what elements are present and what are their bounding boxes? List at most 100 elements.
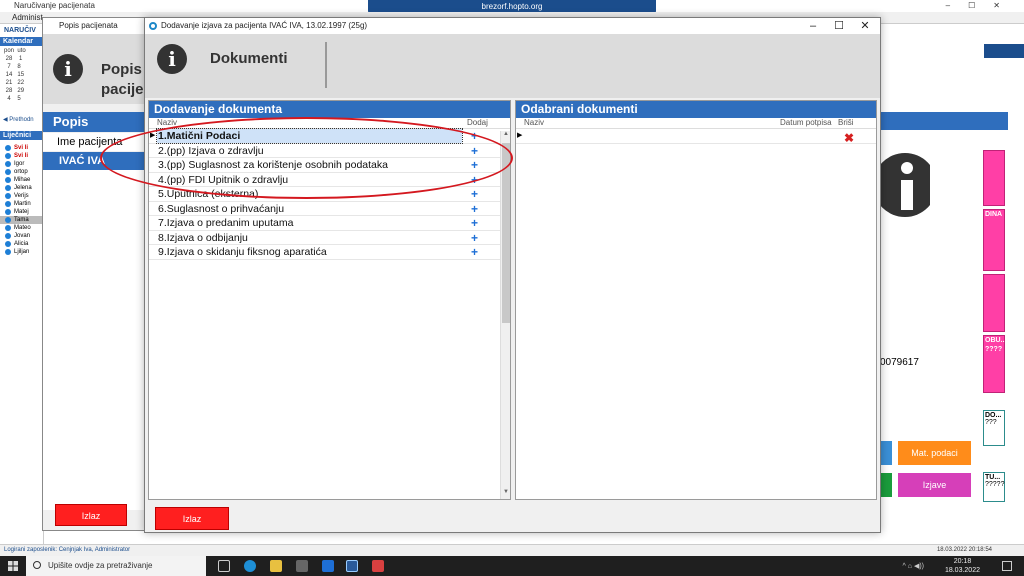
file-explorer-icon[interactable] <box>270 560 282 572</box>
status-bar: Logirani zaposlenik: Cenjnjak Iva, Admin… <box>0 544 1024 556</box>
green-button-fragment[interactable] <box>880 473 892 497</box>
doctor-item[interactable]: Svi li <box>0 144 43 152</box>
status-text: Logirani zaposlenik: Cenjnjak Iva, Admin… <box>4 547 131 553</box>
naruc-label: NARUČIV <box>4 27 36 34</box>
selected-documents-columns: Naziv Datum potpisa Briši <box>516 118 876 129</box>
dialog-title: Dodavanje izjava za pacijenta IVAĆ IVA, … <box>161 21 368 30</box>
doctor-item[interactable]: Igor <box>0 160 43 168</box>
doctor-item[interactable]: Mateo <box>0 224 43 232</box>
column-brisi: Briši <box>838 118 854 127</box>
doctor-list: Svi li Svi li Igor ortop Mihae Jelena Ve… <box>0 140 43 256</box>
calendar-grid[interactable]: pon uto 28 1 7 8 14 15 21 22 28 29 4 5 <box>0 46 43 104</box>
taskbar-search-input[interactable]: Upišite ovdje za pretraživanje <box>26 556 206 576</box>
dialog-exit-button[interactable]: Izlaz <box>155 507 229 530</box>
column-naziv: Naziv <box>157 118 178 127</box>
close-button[interactable]: ✕ <box>852 18 878 34</box>
notification-icon[interactable] <box>1002 561 1012 571</box>
system-tray[interactable]: ^ ⌂ ◀)) <box>903 562 924 570</box>
doctor-item[interactable]: ortop <box>0 168 43 176</box>
izjave-button[interactable]: Izjave <box>898 473 971 497</box>
doctor-item[interactable]: Jelena <box>0 184 43 192</box>
appointment-card[interactable]: OBU...???? <box>983 335 1006 393</box>
document-list-scrollbar[interactable]: ▲ ▼ <box>500 131 510 499</box>
windows-start-icon[interactable] <box>8 561 18 571</box>
document-row[interactable]: 3.(pp) Suglasnost za korištenje osobnih … <box>149 158 510 173</box>
store-icon[interactable] <box>296 560 308 572</box>
documents-dialog: Dodavanje izjava za pacijenta IVAĆ IVA, … <box>144 17 881 533</box>
mat-podaci-button[interactable]: Mat. podaci <box>898 441 971 465</box>
header-divider <box>325 42 327 88</box>
dialog-header: i Dokumenti <box>145 34 880 98</box>
add-icon[interactable]: + <box>471 187 478 201</box>
task-view-icon[interactable] <box>218 560 230 572</box>
document-row[interactable]: ▶ 1.Matični Podaci + <box>149 128 510 144</box>
scroll-thumb[interactable] <box>502 143 510 323</box>
appointment-card[interactable]: DINA <box>983 209 1005 271</box>
doctor-item[interactable]: Jovan <box>0 232 43 240</box>
document-row[interactable]: 4.(pp) FDI Upitnik o zdravlju + <box>149 173 510 187</box>
dialog-titlebar: Dodavanje izjava za pacijenta IVAĆ IVA, … <box>145 18 880 34</box>
add-icon[interactable]: + <box>471 202 478 216</box>
document-row[interactable]: 5.Uputnica (eksterna) + <box>149 187 510 202</box>
info-icon: i <box>157 44 187 74</box>
patient-list-header: i Popis pacije <box>43 34 147 104</box>
add-icon[interactable]: + <box>471 173 478 187</box>
appointment-card[interactable]: DO...??? <box>983 410 1005 446</box>
selected-documents-title: Odabrani dokumenti <box>516 101 876 118</box>
add-documents-title: Dodavanje dokumenta <box>149 101 510 118</box>
document-row[interactable]: 2.(pp) Izjava o zdravlju + <box>149 144 510 158</box>
main-window-controls[interactable]: –☐✕ <box>946 0 1018 12</box>
selected-document-row[interactable]: ▶ ✖ <box>516 129 876 145</box>
document-row[interactable]: 9.Izjava o skidanju fiksnog aparatića + <box>149 245 510 260</box>
add-icon[interactable]: + <box>471 129 478 143</box>
left-sidebar: NARUČIV Kalendar pon uto 28 1 7 8 14 15 … <box>0 24 44 544</box>
doctor-item[interactable]: Matej <box>0 208 43 216</box>
add-icon[interactable]: + <box>471 158 478 172</box>
app-icon <box>149 22 157 30</box>
mail-icon[interactable] <box>322 560 334 572</box>
row-pointer-icon: ▶ <box>150 132 156 139</box>
doctor-item[interactable]: Tama <box>0 216 43 224</box>
scroll-up-icon[interactable]: ▲ <box>501 131 511 141</box>
add-documents-columns: Naziv Dodaj <box>149 118 510 129</box>
column-naziv: Naziv <box>524 118 545 127</box>
maximize-button[interactable]: ☐ <box>826 18 852 34</box>
add-icon[interactable]: + <box>471 245 478 259</box>
patient-list-exit-button[interactable]: Izlaz <box>55 504 127 526</box>
main-window-title: Naručivanje pacijenata <box>14 1 95 10</box>
prev-button[interactable]: ◀ Prethodn <box>0 104 43 125</box>
add-icon[interactable]: + <box>471 231 478 245</box>
doctor-item[interactable]: Mihae <box>0 176 43 184</box>
scroll-down-icon[interactable]: ▼ <box>501 489 511 499</box>
document-row[interactable]: 7.Izjava o predanim uputama + <box>149 216 510 231</box>
patient-row-selected[interactable]: IVAĆ IVA <box>43 152 149 170</box>
appointment-card[interactable]: TU...????? <box>983 472 1005 502</box>
search-icon <box>33 561 41 569</box>
tab-administ[interactable]: Administ <box>12 13 43 22</box>
appointment-card[interactable] <box>983 150 1005 206</box>
search-bar-bg <box>984 44 1024 58</box>
patient-list-section-title: Popis <box>43 112 149 132</box>
add-icon[interactable]: + <box>471 216 478 230</box>
doctor-item[interactable]: Svi li <box>0 152 43 160</box>
right-header-bar <box>880 112 1008 130</box>
edge-browser-icon[interactable] <box>244 560 256 572</box>
delete-icon[interactable]: ✖ <box>844 131 854 145</box>
add-icon[interactable]: + <box>471 144 478 158</box>
document-row[interactable]: 6.Suglasnost o prihvaćanju + <box>149 202 510 216</box>
patient-list-title: Popis pacijenata <box>43 18 147 34</box>
column-datum-potpisa: Datum potpisa <box>780 118 832 127</box>
lijecnici-title: Liječnici <box>0 131 43 140</box>
doctor-item[interactable]: Ljiljan <box>0 248 43 256</box>
remote-app-icon[interactable] <box>346 560 358 572</box>
calendar-app-icon[interactable] <box>372 560 384 572</box>
document-row[interactable]: 8.Izjava o odbijanju + <box>149 231 510 245</box>
appointment-card[interactable] <box>983 274 1005 332</box>
doctor-item[interactable]: Alicia <box>0 240 43 248</box>
doctor-item[interactable]: Martin <box>0 200 43 208</box>
info-large-icon <box>880 153 930 217</box>
doctor-item[interactable]: Verijs <box>0 192 43 200</box>
taskbar-clock[interactable]: 20:18 18.03.2022 <box>945 557 980 575</box>
minimize-button[interactable]: – <box>800 18 826 34</box>
blue-button-fragment[interactable] <box>880 441 892 465</box>
